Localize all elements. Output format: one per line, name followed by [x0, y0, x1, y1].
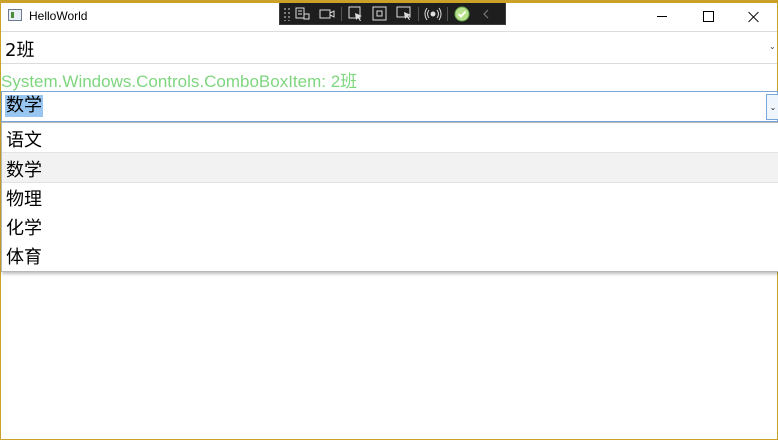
dropdown-item-label: 物理 [6, 189, 42, 210]
collapse-chevron-icon[interactable] [474, 4, 498, 24]
close-button[interactable] [731, 3, 777, 30]
app-icon [8, 9, 22, 21]
maximize-button[interactable] [685, 3, 731, 30]
dropdown-item-1[interactable]: 数学 [2, 152, 778, 183]
toolbar-grip-icon[interactable] [283, 6, 291, 21]
select-element-icon[interactable] [344, 4, 368, 24]
subject-dropdown-button[interactable]: ⌄ [766, 94, 778, 120]
dropdown-item-4[interactable]: 体育 [2, 240, 778, 269]
dropdown-item-3[interactable]: 化学 [2, 211, 778, 240]
minimize-button[interactable] [639, 3, 685, 30]
display-layout-adorners-icon[interactable] [368, 4, 392, 24]
class-combobox[interactable]: 2班 ⌄ [1, 31, 777, 64]
subject-combobox-value[interactable]: 数学 [5, 95, 43, 117]
dropdown-item-label: 数学 [6, 160, 42, 181]
class-combobox-value: 2班 [5, 40, 35, 61]
subject-combobox[interactable]: 数学 ⌄ [1, 91, 778, 122]
dropdown-item-0[interactable]: 语文 [2, 123, 778, 152]
dropdown-item-label: 语文 [6, 130, 42, 151]
dropdown-item-label: 体育 [6, 247, 42, 268]
wpf-devtools-toolbar [279, 3, 506, 25]
dropdown-item-label: 化学 [6, 218, 42, 239]
live-visual-tree-icon[interactable] [291, 4, 315, 24]
close-icon [748, 11, 760, 23]
binding-failures-icon[interactable] [421, 4, 445, 24]
toolbar-separator [341, 6, 342, 21]
minimize-icon [657, 16, 667, 17]
track-focus-icon[interactable] [392, 4, 416, 24]
toolbar-separator [418, 6, 419, 21]
maximize-icon [702, 11, 714, 22]
dropdown-item-2[interactable]: 物理 [2, 182, 778, 211]
selected-item-text: System.Windows.Controls.ComboBoxItem: 2班 [1, 72, 358, 91]
check-icon[interactable] [450, 4, 474, 24]
app-window: HelloWorld 2班 ⌄ System.Windows.Controls.… [0, 0, 778, 440]
chevron-down-icon: ⌄ [769, 102, 777, 112]
subject-dropdown-list: 语文 数学 物理 化学 体育 [1, 122, 778, 272]
window-title: HelloWorld [29, 9, 88, 23]
camera-icon[interactable] [315, 4, 339, 24]
toolbar-separator [447, 6, 448, 21]
chevron-down-icon[interactable]: ⌄ [769, 42, 776, 51]
